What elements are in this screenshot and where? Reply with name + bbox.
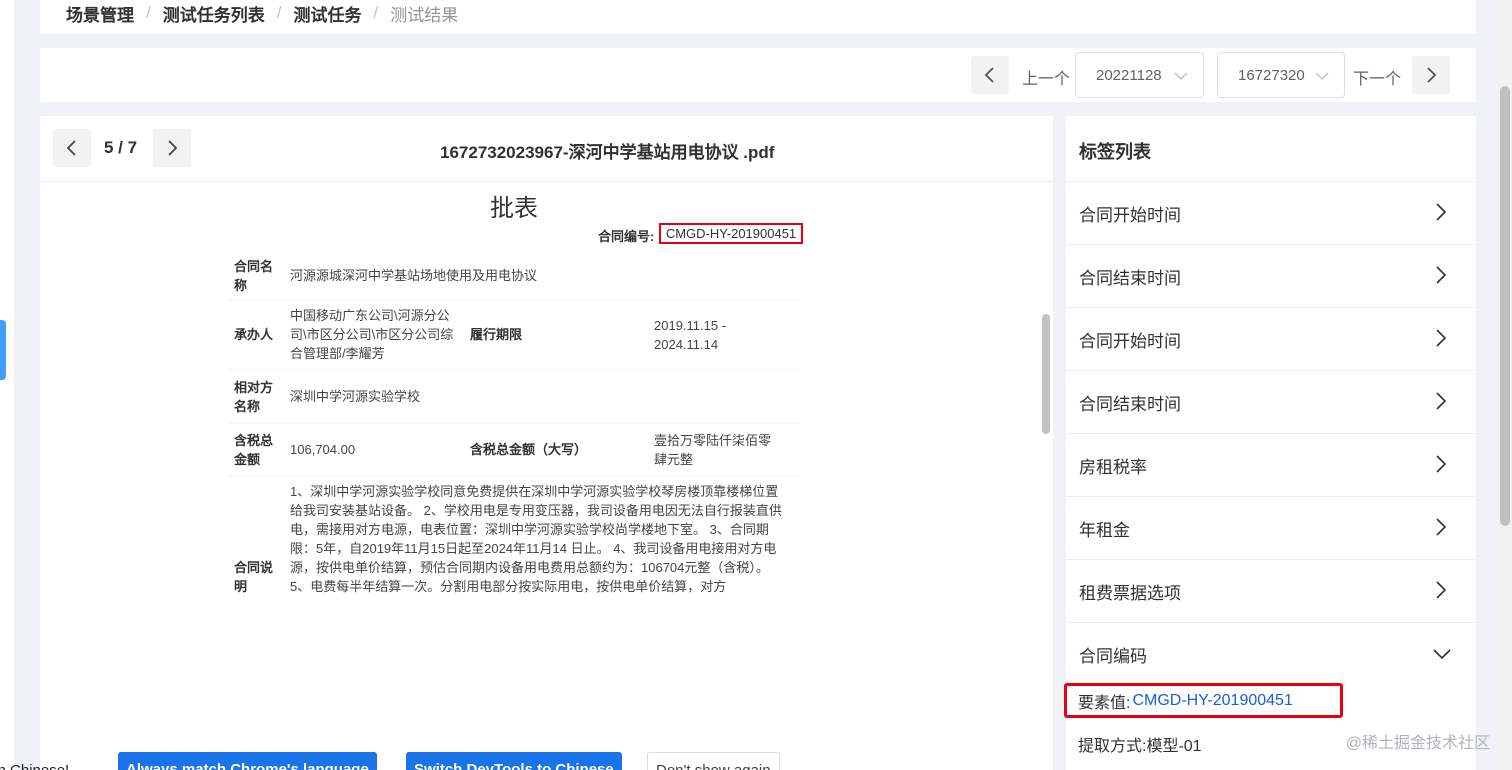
- label-item[interactable]: 年租金: [1066, 496, 1476, 559]
- devtools-language-bar: ble in Chinese! Always match Chrome's la…: [0, 752, 1512, 770]
- label-list-panel: 标签列表 合同开始时间 合同结束时间 合同开始时间 合同结束时间 房租税率 年租…: [1064, 116, 1476, 770]
- label-item[interactable]: 合同开始时间: [1066, 181, 1476, 244]
- pdf-heading: 批表: [490, 195, 538, 222]
- id-select-value: 16727320: [1238, 66, 1305, 84]
- chevron-right-icon: [1436, 581, 1447, 599]
- chevron-right-icon: [1436, 266, 1447, 284]
- chevron-down-icon: [1433, 649, 1451, 660]
- dont-show-again-button[interactable]: Don't show again: [647, 752, 780, 770]
- pdf-cell-value: 深圳中学河源实验学校: [290, 389, 421, 404]
- pdf-cell-value: 106,704.00: [290, 442, 356, 457]
- label-item-text: 年租金: [1079, 520, 1130, 540]
- date-select[interactable]: 20221128: [1075, 52, 1204, 98]
- chevron-left-icon: [66, 140, 76, 156]
- date-select-value: 20221128: [1096, 66, 1162, 84]
- left-edge: [0, 0, 14, 770]
- pdf-table-row: 合同名称 河源源城深河中学基站场地使用及用电协议: [228, 252, 800, 300]
- breadcrumb-separator: /: [373, 3, 379, 22]
- element-value-label: 要素值:: [1078, 694, 1131, 712]
- pdf-cell-label: 履行期限: [470, 327, 523, 342]
- pdf-page[interactable]: 批表 合同编号: CMGD-HY-201900451 合同名称 河源源城深河中学…: [40, 182, 1053, 612]
- pdf-table: 合同名称 河源源城深河中学基站场地使用及用电协议 承办人 中国移动广东公司\河源…: [228, 252, 800, 612]
- breadcrumb-item[interactable]: 测试任务: [293, 1, 361, 26]
- chevron-right-icon: [1436, 455, 1447, 473]
- label-item[interactable]: 合同结束时间: [1066, 370, 1476, 433]
- breadcrumb-current: 测试结果: [390, 5, 459, 25]
- label-item-expanded[interactable]: 合同编码: [1066, 622, 1476, 685]
- chevron-left-icon: [984, 67, 994, 83]
- language-bar-message: ble in Chinese!: [0, 762, 69, 770]
- pdf-cell-label: 含税总金额: [234, 432, 274, 467]
- prev-button[interactable]: [971, 56, 1009, 94]
- page-scrollbar-thumb[interactable]: [1500, 86, 1510, 526]
- prev-page-button[interactable]: [53, 129, 91, 167]
- pdf-table-row: 相对方名称 深圳中学河源实验学校: [228, 370, 800, 424]
- label-item-text: 合同开始时间: [1079, 331, 1181, 351]
- id-select[interactable]: 16727320: [1217, 52, 1345, 98]
- chevron-right-icon: [1427, 67, 1437, 83]
- breadcrumb-separator: /: [276, 3, 282, 22]
- side-tab-indicator[interactable]: [0, 320, 6, 380]
- chevron-right-icon: [1436, 329, 1447, 347]
- pdf-table-row: 含税总金额 106,704.00 含税总金额（大写） 壹拾万零陆仟柒佰零肆元整: [228, 424, 800, 476]
- pdf-cell-value: 河源源城深河中学基站场地使用及用电协议: [290, 268, 538, 283]
- breadcrumb: 场景管理 / 测试任务列表 / 测试任务 / 测试结果: [40, 0, 1476, 34]
- viewer-header: 5 / 7 1672732023967-深河中学基站用电协议 .pdf: [40, 116, 1053, 182]
- label-item-text: 租费票据选项: [1079, 583, 1181, 603]
- chevron-down-icon: [1315, 72, 1329, 81]
- chevron-down-icon: [1174, 72, 1188, 81]
- pdf-table-row: 合同说明 1、深圳中学河源实验学校同意免费提供在深圳中学河源实验学校琴房楼顶靠楼…: [228, 476, 800, 612]
- element-value-highlight: 要素值: CMGD-HY-201900451: [1064, 683, 1343, 718]
- label-item-text: 合同开始时间: [1079, 205, 1181, 225]
- pdf-cell-value: 壹拾万零陆仟柒佰零肆元整: [654, 432, 772, 467]
- pdf-cell-value: 中国移动广东公司\河源分公司\市区分公司\市区分公司综合管理部/李耀芳: [290, 308, 454, 361]
- pdf-cell-label: 相对方名称: [234, 379, 274, 414]
- label-item[interactable]: 租费票据选项: [1066, 559, 1476, 622]
- chevron-right-icon: [1436, 518, 1447, 536]
- pdf-cell-value: 2019.11.15 - 2024.11.14: [654, 317, 727, 352]
- document-viewer: 5 / 7 1672732023967-深河中学基站用电协议 .pdf 批表 合…: [40, 116, 1053, 770]
- watermark: @稀土掘金技术社区: [1345, 735, 1490, 752]
- label-item-text: 合同结束时间: [1079, 268, 1181, 288]
- prev-label[interactable]: 上一个: [1022, 65, 1070, 89]
- breadcrumb-separator: /: [146, 3, 151, 22]
- pdf-cell-label: 合同名称: [234, 258, 274, 293]
- label-item[interactable]: 房租税率: [1066, 433, 1476, 496]
- label-list-title: 标签列表: [1079, 142, 1151, 162]
- pdf-table-row: 承办人 中国移动广东公司\河源分公司\市区分公司\市区分公司综合管理部/李耀芳 …: [228, 300, 800, 370]
- next-label[interactable]: 下一个: [1353, 65, 1401, 89]
- contract-number-highlight: CMGD-HY-201900451: [659, 223, 803, 244]
- pdf-cell-label: 承办人: [234, 327, 274, 342]
- document-title: 1672732023967-深河中学基站用电协议 .pdf: [440, 143, 775, 162]
- label-item-text: 合同编码: [1079, 646, 1147, 666]
- label-item-text: 房租税率: [1079, 457, 1147, 477]
- pdf-cell-value: 1、深圳中学河源实验学校同意免费提供在深圳中学河源实验学校琴房楼顶靠楼梯位置给我…: [290, 484, 782, 594]
- next-page-button[interactable]: [153, 129, 191, 167]
- breadcrumb-item[interactable]: 测试任务列表: [163, 1, 265, 26]
- chevron-right-icon: [1436, 392, 1447, 410]
- next-button[interactable]: [1412, 56, 1450, 94]
- pdf-cell-label: 合同说明: [234, 560, 274, 594]
- pdf-vertical-scrollbar[interactable]: [1042, 314, 1050, 434]
- always-match-language-button[interactable]: Always match Chrome's language: [118, 752, 377, 770]
- switch-devtools-chinese-button[interactable]: Switch DevTools to Chinese: [406, 752, 622, 770]
- label-item[interactable]: 合同结束时间: [1066, 244, 1476, 307]
- pdf-cell-label: 含税总金额（大写）: [470, 442, 588, 457]
- label-item-text: 合同结束时间: [1079, 394, 1181, 414]
- element-value: CMGD-HY-201900451: [1132, 691, 1293, 709]
- label-item[interactable]: 合同开始时间: [1066, 307, 1476, 370]
- page-scrollbar[interactable]: [1498, 0, 1512, 770]
- chevron-right-icon: [168, 140, 178, 156]
- contract-number-label: 合同编号:: [598, 229, 655, 244]
- chevron-right-icon: [1436, 203, 1447, 221]
- navigation-toolbar: 上一个 20221128 16727320 下一个: [40, 48, 1476, 102]
- breadcrumb-item[interactable]: 场景管理: [66, 1, 134, 26]
- page-counter: 5 / 7: [104, 138, 138, 157]
